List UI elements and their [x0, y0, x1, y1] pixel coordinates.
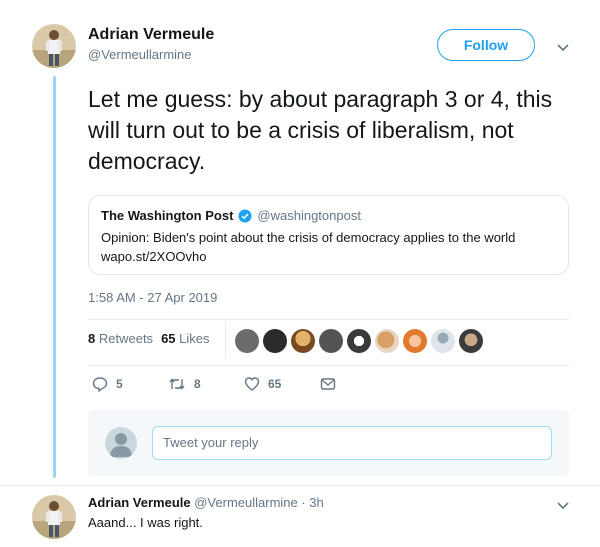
liker-avatar[interactable] [291, 329, 315, 353]
quoted-tweet-text: Opinion: Biden's point about the crisis … [101, 230, 516, 245]
like-count: 65 [268, 377, 282, 391]
direct-message-action[interactable] [320, 377, 336, 391]
thread-line [53, 76, 56, 478]
chevron-down-icon[interactable] [556, 498, 570, 512]
liker-avatar[interactable] [459, 329, 483, 353]
liker-avatar[interactable] [403, 329, 427, 353]
reply-text: Aaand... I was right. [88, 515, 203, 530]
retweet-count: 8 [194, 377, 201, 391]
liker-avatar[interactable] [375, 329, 399, 353]
quoted-tweet-link[interactable]: wapo.st/2XOOvho [101, 248, 556, 266]
avatar[interactable] [32, 24, 76, 68]
retweet-action[interactable]: 8 [168, 376, 244, 392]
divider [0, 485, 600, 486]
tweet-header: Adrian Vermeule @Vermeullarmine [88, 26, 214, 62]
liker-avatar[interactable] [319, 329, 343, 353]
retweets-label: Retweets [98, 331, 154, 346]
reply-icon [92, 377, 108, 392]
tweet-timestamp[interactable]: 1:58 AM - 27 Apr 2019 [88, 290, 217, 305]
quoted-tweet[interactable]: The Washington Post @washingtonpost Opin… [88, 195, 569, 275]
divider [88, 365, 569, 366]
reply-composer: Tweet your reply [88, 410, 569, 476]
author-name[interactable]: Adrian Vermeule [88, 26, 214, 44]
tweet-text: Let me guess: by about paragraph 3 or 4,… [88, 86, 553, 174]
reply-count: 5 [116, 377, 123, 391]
reply-header: Adrian Vermeule @Vermeullarmine · 3h [88, 495, 324, 510]
default-avatar-icon [105, 427, 137, 459]
chevron-down-icon[interactable] [556, 40, 570, 54]
liker-avatar[interactable] [347, 329, 371, 353]
liker-avatars [235, 329, 483, 353]
follow-button[interactable]: Follow [437, 29, 535, 61]
author-handle[interactable]: @Vermeullarmine [88, 47, 214, 62]
quoted-author-handle: @washingtonpost [257, 208, 361, 223]
likes-label: Likes [179, 331, 210, 346]
liker-avatar[interactable] [235, 329, 259, 353]
likes-count: 65 [161, 331, 176, 346]
retweets-count: 8 [88, 331, 96, 346]
quoted-tweet-header: The Washington Post @washingtonpost [101, 208, 556, 223]
reply-author-name[interactable]: Adrian Vermeule [88, 495, 191, 510]
heart-icon [244, 377, 260, 391]
liker-avatar[interactable] [263, 329, 287, 353]
like-action[interactable]: 65 [244, 376, 320, 392]
reply-author-avatar[interactable] [32, 495, 76, 539]
tweet-actions: 5 8 65 [88, 376, 336, 392]
retweet-icon [169, 378, 185, 390]
retweets-stat[interactable]: 8 Retweets [88, 331, 153, 346]
stats-separator [225, 322, 226, 358]
reply-handle-time[interactable]: @Vermeullarmine · 3h [194, 495, 324, 510]
tweet-stats: 8 Retweets 65 Likes [88, 331, 210, 346]
quoted-author-name: The Washington Post [101, 208, 234, 223]
message-icon [320, 378, 336, 390]
liker-avatar[interactable] [431, 329, 455, 353]
verified-badge-icon [238, 209, 252, 222]
reply-input[interactable]: Tweet your reply [152, 426, 552, 460]
divider [88, 319, 569, 320]
likes-stat[interactable]: 65 Likes [161, 331, 209, 346]
reply-action[interactable]: 5 [92, 376, 168, 392]
